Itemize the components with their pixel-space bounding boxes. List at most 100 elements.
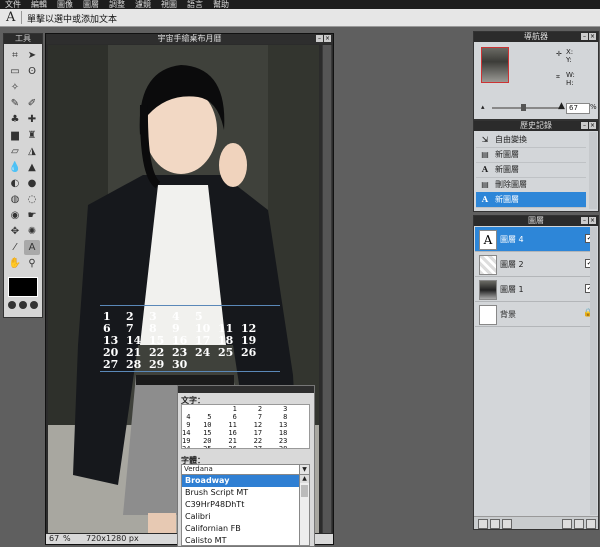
- x-label: X:: [566, 48, 574, 56]
- zoom-readout[interactable]: 67: [49, 534, 59, 544]
- heal-icon[interactable]: ✚: [24, 112, 40, 127]
- gradient-icon[interactable]: ▆: [7, 128, 23, 143]
- bucket-icon[interactable]: ◮: [24, 144, 40, 159]
- layer-name[interactable]: 圖層 4: [500, 234, 524, 245]
- font-option[interactable]: Brush Script MT: [182, 487, 300, 499]
- crop-icon[interactable]: ⌗: [7, 48, 23, 63]
- tool-options-bar: A 單擊以選中或添加文本: [0, 9, 600, 27]
- pencil-icon[interactable]: ✎: [7, 96, 23, 111]
- layer-row[interactable]: A圖層 4✓: [475, 227, 597, 252]
- blur-icon[interactable]: ◌: [24, 192, 40, 207]
- layer-row[interactable]: 圖層 1✓: [475, 277, 597, 302]
- text-input[interactable]: 1 2 3 4 5 6 7 8 9 10 11 12 13 14 15 16 1…: [181, 404, 310, 449]
- scroll-up-icon[interactable]: ▲: [300, 475, 309, 483]
- scroll-thumb[interactable]: [323, 45, 331, 533]
- history-scrollbar[interactable]: [589, 132, 597, 209]
- navigator-title: 導航器: [524, 32, 548, 41]
- font-option[interactable]: Broadway: [182, 475, 300, 487]
- toolbox-title: 工具: [4, 34, 42, 44]
- menu-item[interactable]: 語言: [182, 0, 208, 9]
- brush-icon[interactable]: ✐: [24, 96, 40, 111]
- mode-button[interactable]: [30, 301, 38, 309]
- layer-style-icon[interactable]: [490, 519, 500, 529]
- layer-row[interactable]: 背景 🔒: [475, 302, 597, 327]
- menu-item[interactable]: 圖層: [78, 0, 104, 9]
- close-icon[interactable]: ×: [589, 33, 596, 40]
- link-layers-icon[interactable]: [478, 519, 488, 529]
- menu-item[interactable]: 濾鏡: [130, 0, 156, 9]
- mode-button[interactable]: [8, 301, 16, 309]
- menu-item[interactable]: 調整: [104, 0, 130, 9]
- minimize-icon[interactable]: –: [316, 35, 323, 42]
- text-bounding-line: [100, 371, 280, 372]
- transform-icon: ⇲: [481, 134, 489, 144]
- font-option[interactable]: Calisto MT: [182, 535, 300, 545]
- clone-icon[interactable]: ♣: [7, 112, 23, 127]
- chevron-down-icon[interactable]: ▼: [299, 465, 309, 474]
- drop-icon[interactable]: 💧: [7, 160, 23, 175]
- stamp-icon[interactable]: ♜: [24, 128, 40, 143]
- hand-icon[interactable]: ✋: [7, 256, 23, 271]
- close-icon[interactable]: ×: [589, 122, 596, 129]
- zoom-slider-knob[interactable]: [521, 104, 527, 111]
- scroll-thumb[interactable]: [301, 485, 308, 497]
- picker-icon[interactable]: ⁄: [7, 240, 23, 255]
- wand-icon[interactable]: ✧: [7, 80, 23, 95]
- history-item-label: 刪除圖層: [495, 180, 527, 189]
- menu-item[interactable]: 編輯: [26, 0, 52, 9]
- history-item[interactable]: A 新圖層: [476, 192, 586, 208]
- layer-name[interactable]: 圖層 2: [500, 259, 524, 270]
- smudge-icon[interactable]: ☛: [24, 208, 40, 223]
- zoom-in-icon[interactable]: ▲: [558, 101, 565, 111]
- burn-icon[interactable]: ●: [24, 176, 40, 191]
- menu-item[interactable]: 文件: [0, 0, 26, 9]
- sharpen-icon[interactable]: ▲: [24, 160, 40, 175]
- font-option[interactable]: Calibri: [182, 511, 300, 523]
- zoom-slider[interactable]: [492, 104, 562, 111]
- delete-layer-icon[interactable]: [586, 519, 596, 529]
- history-item[interactable]: ⇲ 自由變換: [476, 132, 586, 148]
- minimize-icon[interactable]: –: [581, 217, 588, 224]
- marquee-icon[interactable]: ▭: [7, 64, 23, 79]
- menu-item[interactable]: 幫助: [208, 0, 234, 9]
- history-item[interactable]: ▤ 新圖層: [476, 147, 586, 163]
- lasso-icon[interactable]: ʘ: [24, 64, 40, 79]
- new-folder-icon[interactable]: [562, 519, 572, 529]
- minimize-icon[interactable]: –: [581, 33, 588, 40]
- redeye-icon[interactable]: ◉: [7, 208, 23, 223]
- mode-button[interactable]: [19, 301, 27, 309]
- menu-item[interactable]: 視圖: [156, 0, 182, 9]
- eraser-icon[interactable]: ▱: [7, 144, 23, 159]
- toolbox-panel: 工具 ⌗ ➤ ▭ ʘ ✧ ✎ ✐ ♣ ✚ ▆ ♜ ▱ ◮ 💧 ▲ ◐ ● ◍ ◌ ◉ ☛ ✥ ✺ ⁄ A ✋ ⚲: [3, 33, 43, 318]
- layer-name[interactable]: 圖層 1: [500, 284, 524, 295]
- layers-scrollbar[interactable]: [590, 227, 597, 515]
- zoom-input[interactable]: 67: [566, 103, 590, 114]
- canvas-vertical-scrollbar[interactable]: [322, 45, 332, 533]
- zoom-icon[interactable]: ⚲: [24, 256, 40, 271]
- bloat-icon[interactable]: ✺: [24, 224, 40, 239]
- history-item[interactable]: A 新圖層: [476, 162, 586, 178]
- font-list-scrollbar[interactable]: ▲: [299, 474, 310, 546]
- canvas-title-bar: 宇宙手繪桌布月曆 – ×: [46, 34, 333, 44]
- dodge-icon[interactable]: ◐: [7, 176, 23, 191]
- minimize-icon[interactable]: –: [581, 122, 588, 129]
- history-item[interactable]: ▤ 刪除圖層: [476, 177, 586, 193]
- move-icon[interactable]: ➤: [24, 48, 40, 63]
- close-icon[interactable]: ×: [589, 217, 596, 224]
- layer-name[interactable]: 背景: [500, 309, 516, 320]
- pinch-icon[interactable]: ✥: [7, 224, 23, 239]
- menu-item[interactable]: 圖像: [52, 0, 78, 9]
- layer-mask-icon[interactable]: [502, 519, 512, 529]
- text-layer-icon: A: [481, 164, 489, 174]
- navigator-thumbnail[interactable]: [481, 47, 509, 83]
- size-icon: ⌗: [556, 73, 560, 81]
- font-option[interactable]: Californian FB: [182, 523, 300, 535]
- layer-row[interactable]: 圖層 2✓: [475, 252, 597, 277]
- new-layer-icon[interactable]: [574, 519, 584, 529]
- foreground-color-swatch[interactable]: [8, 277, 38, 297]
- sponge-icon[interactable]: ◍: [7, 192, 23, 207]
- text-icon[interactable]: A: [24, 240, 40, 255]
- font-option[interactable]: C39HrP48DhTt: [182, 499, 300, 511]
- close-icon[interactable]: ×: [324, 35, 331, 42]
- zoom-out-icon[interactable]: ▴: [481, 103, 485, 111]
